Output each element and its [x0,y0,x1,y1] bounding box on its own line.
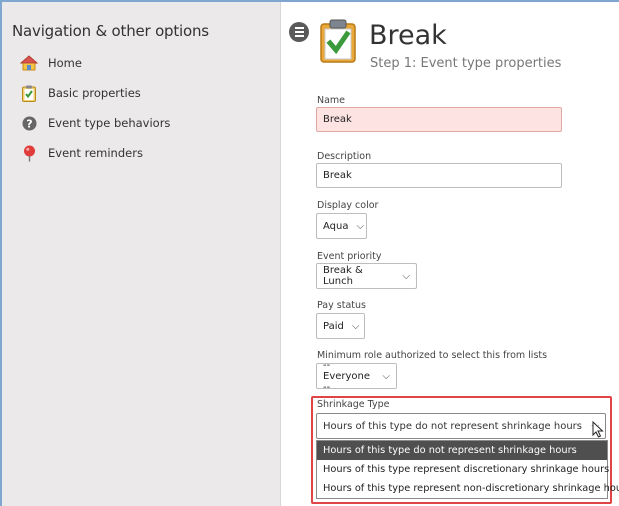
event-priority-value: Break & Lunch [323,265,363,287]
description-value: Break [323,170,352,181]
sidebar-item-label: Event reminders [48,146,143,160]
shrinkage-type-label: Shrinkage Type [317,399,390,410]
min-role-value: -- Everyone -- [323,359,371,393]
pay-status-select[interactable]: Paid ⌵ [316,313,365,339]
display-color-select[interactable]: Aqua ⌵ [316,213,367,239]
min-role-select[interactable]: -- Everyone -- ⌵ [316,360,397,393]
chevron-down-icon: ⌵ [351,320,360,332]
sidebar [2,2,281,506]
chevron-down-icon: ⌵ [382,370,390,382]
display-color-label: Display color [317,200,379,211]
pay-status-label: Pay status [317,300,366,311]
sidebar-title: Navigation & other options [12,22,209,40]
shrinkage-option[interactable]: Hours of this type represent non-discret… [317,479,619,498]
shrinkage-type-value: Hours of this type do not represent shri… [323,420,582,432]
sidebar-item-home[interactable]: Home [20,53,82,73]
chevron-down-icon: ⌵ [356,220,365,232]
sidebar-item-event-reminders[interactable]: Event reminders [20,143,143,163]
home-icon [20,54,38,72]
sidebar-item-label: Event type behaviors [48,116,171,130]
name-field[interactable]: Break [316,107,562,132]
shrinkage-type-select[interactable]: Hours of this type do not represent shri… [316,413,606,439]
shrinkage-option[interactable]: Hours of this type represent discretiona… [317,460,609,479]
chevron-down-icon: ⌵ [402,270,410,282]
pushpin-icon [20,144,38,162]
sidebar-item-basic-properties[interactable]: Basic properties [20,83,141,103]
svg-text:?: ? [26,117,32,130]
display-color-value: Aqua [323,220,349,232]
page-subtitle: Step 1: Event type properties [370,56,562,71]
name-value: Break [323,114,352,125]
shrinkage-type-dropdown: Hours of this type do not represent shri… [316,440,619,499]
description-field[interactable]: Break [316,163,562,188]
mouse-cursor-icon [592,420,604,442]
clipboard-check-icon [320,19,356,67]
page-title: Break [369,20,447,51]
sidebar-item-label: Home [48,56,82,70]
menu-toggle-button[interactable] [289,22,309,42]
event-priority-select[interactable]: Break & Lunch ⌵ [316,263,417,289]
name-label: Name [317,95,346,106]
shrinkage-option[interactable]: Hours of this type do not represent shri… [317,441,607,460]
pay-status-value: Paid [323,320,344,332]
clipboard-check-icon [20,84,38,102]
sidebar-item-label: Basic properties [48,86,141,100]
hamburger-icon [294,26,304,38]
question-circle-icon: ? [20,114,38,132]
sidebar-item-event-type-behaviors[interactable]: ? Event type behaviors [20,113,170,133]
event-priority-label: Event priority [317,251,382,262]
description-label: Description [317,151,372,162]
